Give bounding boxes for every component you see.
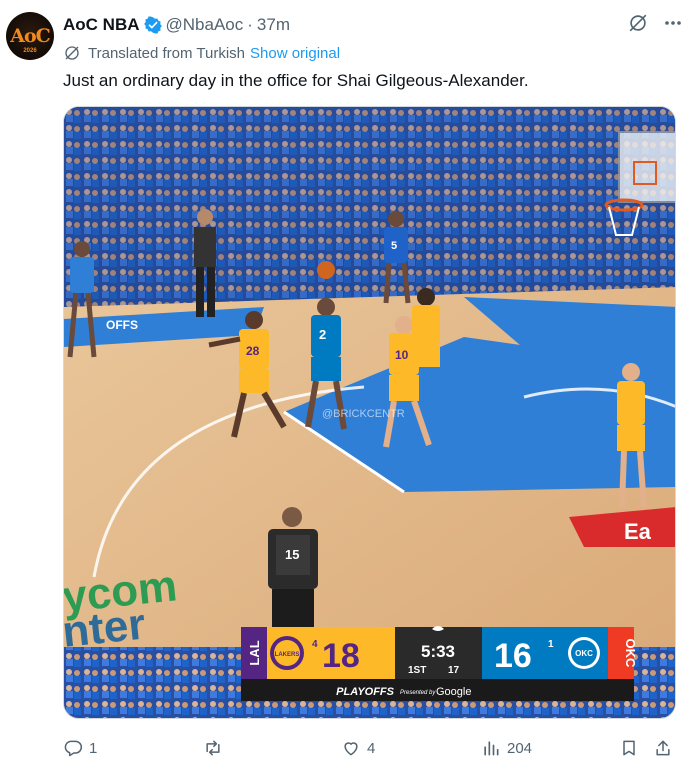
video-watermark: @BRICKCENTR xyxy=(322,408,405,420)
sponsor-name: Google xyxy=(436,686,471,698)
views-button[interactable]: 204 xyxy=(481,738,532,758)
playoffs-banner: PLAYOFFS xyxy=(336,686,395,698)
share-icon xyxy=(656,740,670,756)
translated-label: Translated from Turkish xyxy=(88,44,245,62)
grok-icon[interactable] xyxy=(627,12,649,34)
bookmark-icon xyxy=(623,740,635,756)
repost-button[interactable] xyxy=(203,738,229,758)
views-icon xyxy=(484,741,499,756)
home-score: 16 xyxy=(494,637,532,675)
bookmark-button[interactable] xyxy=(619,738,639,758)
backboard xyxy=(618,131,675,203)
baseline-text: OFFS xyxy=(106,318,138,332)
repost-icon xyxy=(206,740,220,756)
shot-clock: 17 xyxy=(448,665,460,676)
game-period: 1ST xyxy=(408,665,426,676)
separator-dot: · xyxy=(247,15,253,34)
basketball xyxy=(317,261,335,279)
away-abbr: LAL xyxy=(247,640,262,665)
jersey-10: 10 xyxy=(395,348,409,362)
avatar-logo-year: 2026 xyxy=(23,48,37,54)
timestamp[interactable]: 37m xyxy=(257,15,290,35)
more-icon[interactable] xyxy=(663,13,683,33)
like-icon xyxy=(344,742,358,756)
court-sign-text: Ea xyxy=(624,519,652,544)
video-frame: OFFS ycom nter Ea 28 2 10 5 15 @BRICKCEN… xyxy=(64,107,675,718)
views-count: 204 xyxy=(507,739,533,757)
tweet-text: Just an ordinary day in the office for S… xyxy=(63,71,529,90)
reply-count: 1 xyxy=(89,739,98,757)
handle[interactable]: @NbaAoc xyxy=(166,15,244,35)
jersey-28: 28 xyxy=(246,344,260,358)
home-timeouts: 1 xyxy=(548,639,554,650)
like-button[interactable]: 4 xyxy=(341,738,375,758)
game-clock: 5:33 xyxy=(421,642,455,661)
away-timeouts: 4 xyxy=(312,639,318,650)
tweet-video[interactable]: OFFS ycom nter Ea 28 2 10 5 15 @BRICKCEN… xyxy=(63,106,676,719)
referee-number: 15 xyxy=(285,547,299,562)
avatar[interactable]: AoC 2026 xyxy=(6,12,54,60)
tweet-actions: 1 4 204 xyxy=(63,734,683,762)
translate-globe-icon xyxy=(65,46,79,60)
home-abbr: OKC xyxy=(623,639,638,669)
display-name[interactable]: AoC NBA xyxy=(63,15,140,35)
verified-badge-icon[interactable] xyxy=(143,16,162,34)
sponsor-prefix: Presented by xyxy=(400,690,436,696)
avatar-logo-text: AoC xyxy=(10,25,51,47)
reply-button[interactable]: 1 xyxy=(63,738,97,758)
scoreboard: LAL LAKERS 4 18 5:33 1ST 17 16 1 OKC OKC… xyxy=(241,626,638,701)
like-count: 4 xyxy=(367,739,376,757)
show-original-link[interactable]: Show original xyxy=(250,45,340,62)
share-button[interactable] xyxy=(653,738,673,758)
reply-icon xyxy=(64,740,83,757)
away-score: 18 xyxy=(322,637,360,675)
lakers-logo-text: LAKERS xyxy=(275,652,300,658)
jersey-5: 5 xyxy=(391,240,397,252)
okc-logo-text: OKC xyxy=(575,649,593,658)
tweet-header: AoC NBA @NbaAoc · 37m xyxy=(63,14,290,36)
translation-note: Translated from Turkish Show original xyxy=(63,44,340,62)
tweet-top-actions xyxy=(627,12,683,34)
jersey-2: 2 xyxy=(319,327,326,342)
